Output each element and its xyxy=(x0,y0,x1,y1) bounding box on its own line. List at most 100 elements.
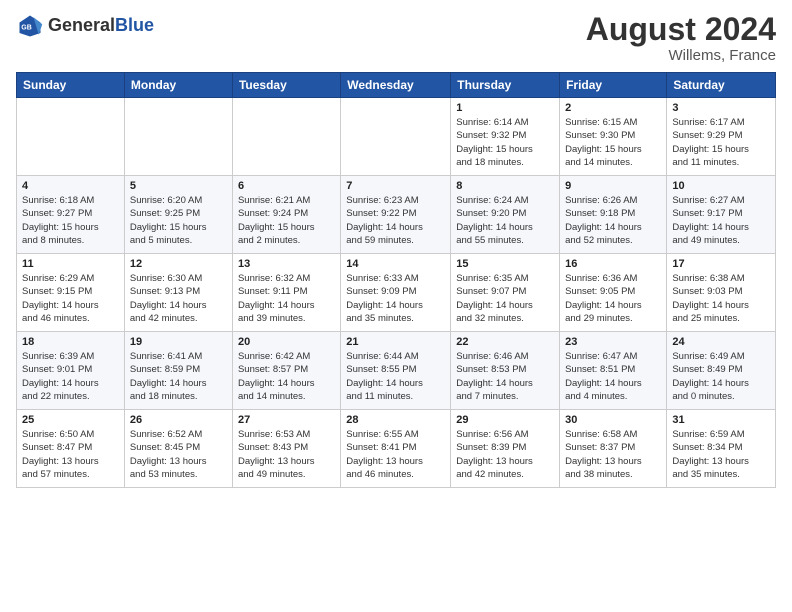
calendar-cell: 16Sunrise: 6:36 AM Sunset: 9:05 PM Dayli… xyxy=(560,254,667,332)
day-number: 19 xyxy=(130,336,227,348)
calendar-header-row: SundayMondayTuesdayWednesdayThursdayFrid… xyxy=(17,73,776,98)
day-number: 23 xyxy=(565,336,661,348)
calendar-cell: 30 Sunrise: 6:58 AM Sunset: 8:37 PM Dayli… xyxy=(560,410,667,488)
day-detail: Sunrise: 6:26 AM Sunset: 9:18 PM Dayligh… xyxy=(565,194,661,247)
day-detail: Sunrise: 6:52 AM Sunset: 8:45 PM Dayligh… xyxy=(130,428,227,481)
calendar-header-saturday: Saturday xyxy=(667,73,776,98)
calendar-cell: 25Sunrise: 6:50 AM Sunset: 8:47 PM Dayli… xyxy=(17,410,125,488)
day-detail: Sunrise: 6:20 AM Sunset: 9:25 PM Dayligh… xyxy=(130,194,227,247)
calendar-cell: 22 Sunrise: 6:46 AM Sunset: 8:53 PM Dayli… xyxy=(451,332,560,410)
day-number: 18 xyxy=(22,336,119,348)
day-number: 7 xyxy=(346,180,445,192)
calendar-cell: 12Sunrise: 6:30 AM Sunset: 9:13 PM Dayli… xyxy=(124,254,232,332)
calendar-cell: 11 Sunrise: 6:29 AM Sunset: 9:15 PM Dayli… xyxy=(17,254,125,332)
calendar-cell: 3 Sunrise: 6:17 AM Sunset: 9:29 PM Daylig… xyxy=(667,98,776,176)
day-detail: Sunrise: 6:42 AM Sunset: 8:57 PM Dayligh… xyxy=(238,350,335,403)
calendar-cell: 14 Sunrise: 6:33 AM Sunset: 9:09 PM Dayli… xyxy=(341,254,451,332)
day-detail: Sunrise: 6:27 AM Sunset: 9:17 PM Dayligh… xyxy=(672,194,770,247)
day-detail: Sunrise: 6:53 AM Sunset: 8:43 PM Dayligh… xyxy=(238,428,335,481)
day-detail: Sunrise: 6:41 AM Sunset: 8:59 PM Dayligh… xyxy=(130,350,227,403)
day-detail: Sunrise: 6:29 AM Sunset: 9:15 PM Dayligh… xyxy=(22,272,119,325)
calendar-cell: 10 Sunrise: 6:27 AM Sunset: 9:17 PM Dayli… xyxy=(667,176,776,254)
calendar-cell: 27 Sunrise: 6:53 AM Sunset: 8:43 PM Dayli… xyxy=(232,410,340,488)
day-number: 22 xyxy=(456,336,554,348)
day-detail: Sunrise: 6:17 AM Sunset: 9:29 PM Dayligh… xyxy=(672,116,770,169)
svg-text:GB: GB xyxy=(21,25,32,32)
day-number: 2 xyxy=(565,102,661,114)
logo-general-text: General xyxy=(48,16,115,36)
logo-icon: GB xyxy=(16,12,44,40)
day-number: 20 xyxy=(238,336,335,348)
day-detail: Sunrise: 6:24 AM Sunset: 9:20 PM Dayligh… xyxy=(456,194,554,247)
day-number: 15 xyxy=(456,258,554,270)
calendar-week-3: 18Sunrise: 6:39 AM Sunset: 9:01 PM Dayli… xyxy=(17,332,776,410)
day-number: 21 xyxy=(346,336,445,348)
day-number: 16 xyxy=(565,258,661,270)
header: GB GeneralBlue August 2024 Willems, Fran… xyxy=(16,12,776,64)
calendar-cell: 15 Sunrise: 6:35 AM Sunset: 9:07 PM Dayli… xyxy=(451,254,560,332)
page: GB GeneralBlue August 2024 Willems, Fran… xyxy=(0,0,792,612)
day-number: 6 xyxy=(238,180,335,192)
calendar-cell: 2Sunrise: 6:15 AM Sunset: 9:30 PM Daylig… xyxy=(560,98,667,176)
day-number: 29 xyxy=(456,414,554,426)
calendar-header-tuesday: Tuesday xyxy=(232,73,340,98)
calendar-cell: 26 Sunrise: 6:52 AM Sunset: 8:45 PM Dayli… xyxy=(124,410,232,488)
calendar-cell xyxy=(124,98,232,176)
calendar-cell: 4Sunrise: 6:18 AM Sunset: 9:27 PM Daylig… xyxy=(17,176,125,254)
calendar-cell: 31 Sunrise: 6:59 AM Sunset: 8:34 PM Dayli… xyxy=(667,410,776,488)
day-detail: Sunrise: 6:49 AM Sunset: 8:49 PM Dayligh… xyxy=(672,350,770,403)
day-number: 27 xyxy=(238,414,335,426)
day-number: 31 xyxy=(672,414,770,426)
calendar-cell: 13 Sunrise: 6:32 AM Sunset: 9:11 PM Dayli… xyxy=(232,254,340,332)
day-detail: Sunrise: 6:33 AM Sunset: 9:09 PM Dayligh… xyxy=(346,272,445,325)
calendar-cell: 8 Sunrise: 6:24 AM Sunset: 9:20 PM Daylig… xyxy=(451,176,560,254)
day-detail: Sunrise: 6:14 AM Sunset: 9:32 PM Dayligh… xyxy=(456,116,554,169)
day-detail: Sunrise: 6:38 AM Sunset: 9:03 PM Dayligh… xyxy=(672,272,770,325)
day-detail: Sunrise: 6:55 AM Sunset: 8:41 PM Dayligh… xyxy=(346,428,445,481)
day-number: 24 xyxy=(672,336,770,348)
day-number: 26 xyxy=(130,414,227,426)
day-detail: Sunrise: 6:50 AM Sunset: 8:47 PM Dayligh… xyxy=(22,428,119,481)
calendar-cell: 24 Sunrise: 6:49 AM Sunset: 8:49 PM Dayli… xyxy=(667,332,776,410)
calendar-cell: 18Sunrise: 6:39 AM Sunset: 9:01 PM Dayli… xyxy=(17,332,125,410)
day-detail: Sunrise: 6:44 AM Sunset: 8:55 PM Dayligh… xyxy=(346,350,445,403)
calendar-cell xyxy=(232,98,340,176)
calendar-week-2: 11 Sunrise: 6:29 AM Sunset: 9:15 PM Dayli… xyxy=(17,254,776,332)
day-detail: Sunrise: 6:18 AM Sunset: 9:27 PM Dayligh… xyxy=(22,194,119,247)
calendar-cell: 7 Sunrise: 6:23 AM Sunset: 9:22 PM Daylig… xyxy=(341,176,451,254)
logo: GB GeneralBlue xyxy=(16,12,154,40)
calendar-cell: 1 Sunrise: 6:14 AM Sunset: 9:32 PM Daylig… xyxy=(451,98,560,176)
calendar-cell: 17Sunrise: 6:38 AM Sunset: 9:03 PM Dayli… xyxy=(667,254,776,332)
day-number: 12 xyxy=(130,258,227,270)
calendar-header-wednesday: Wednesday xyxy=(341,73,451,98)
day-detail: Sunrise: 6:59 AM Sunset: 8:34 PM Dayligh… xyxy=(672,428,770,481)
logo-blue-text: Blue xyxy=(115,16,154,36)
day-detail: Sunrise: 6:46 AM Sunset: 8:53 PM Dayligh… xyxy=(456,350,554,403)
calendar-table: SundayMondayTuesdayWednesdayThursdayFrid… xyxy=(16,72,776,488)
calendar-cell: 6 Sunrise: 6:21 AM Sunset: 9:24 PM Daylig… xyxy=(232,176,340,254)
day-detail: Sunrise: 6:21 AM Sunset: 9:24 PM Dayligh… xyxy=(238,194,335,247)
day-number: 8 xyxy=(456,180,554,192)
month-year: August 2024 xyxy=(586,12,776,47)
title-block: August 2024 Willems, France xyxy=(586,12,776,64)
day-number: 1 xyxy=(456,102,554,114)
calendar-cell: 20 Sunrise: 6:42 AM Sunset: 8:57 PM Dayli… xyxy=(232,332,340,410)
calendar-week-0: 1 Sunrise: 6:14 AM Sunset: 9:32 PM Daylig… xyxy=(17,98,776,176)
day-detail: Sunrise: 6:23 AM Sunset: 9:22 PM Dayligh… xyxy=(346,194,445,247)
calendar-cell xyxy=(17,98,125,176)
day-detail: Sunrise: 6:32 AM Sunset: 9:11 PM Dayligh… xyxy=(238,272,335,325)
day-number: 11 xyxy=(22,258,119,270)
day-number: 30 xyxy=(565,414,661,426)
day-number: 14 xyxy=(346,258,445,270)
day-number: 3 xyxy=(672,102,770,114)
day-detail: Sunrise: 6:35 AM Sunset: 9:07 PM Dayligh… xyxy=(456,272,554,325)
calendar-cell: 29 Sunrise: 6:56 AM Sunset: 8:39 PM Dayli… xyxy=(451,410,560,488)
day-number: 9 xyxy=(565,180,661,192)
day-number: 10 xyxy=(672,180,770,192)
day-detail: Sunrise: 6:58 AM Sunset: 8:37 PM Dayligh… xyxy=(565,428,661,481)
day-number: 13 xyxy=(238,258,335,270)
calendar-header-monday: Monday xyxy=(124,73,232,98)
calendar-week-1: 4Sunrise: 6:18 AM Sunset: 9:27 PM Daylig… xyxy=(17,176,776,254)
day-detail: Sunrise: 6:56 AM Sunset: 8:39 PM Dayligh… xyxy=(456,428,554,481)
calendar-cell: 19 Sunrise: 6:41 AM Sunset: 8:59 PM Dayli… xyxy=(124,332,232,410)
